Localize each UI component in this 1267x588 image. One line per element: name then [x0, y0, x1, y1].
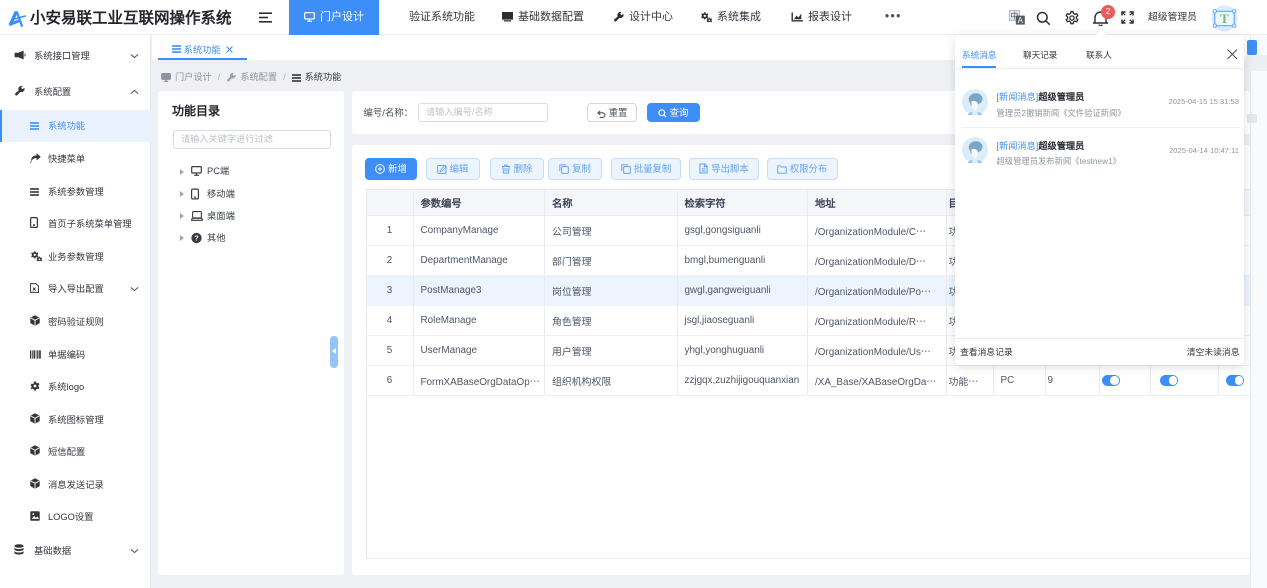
- svg-text:T: T: [1220, 11, 1229, 26]
- svg-text:?: ?: [194, 233, 199, 242]
- svg-text:A: A: [1018, 16, 1024, 25]
